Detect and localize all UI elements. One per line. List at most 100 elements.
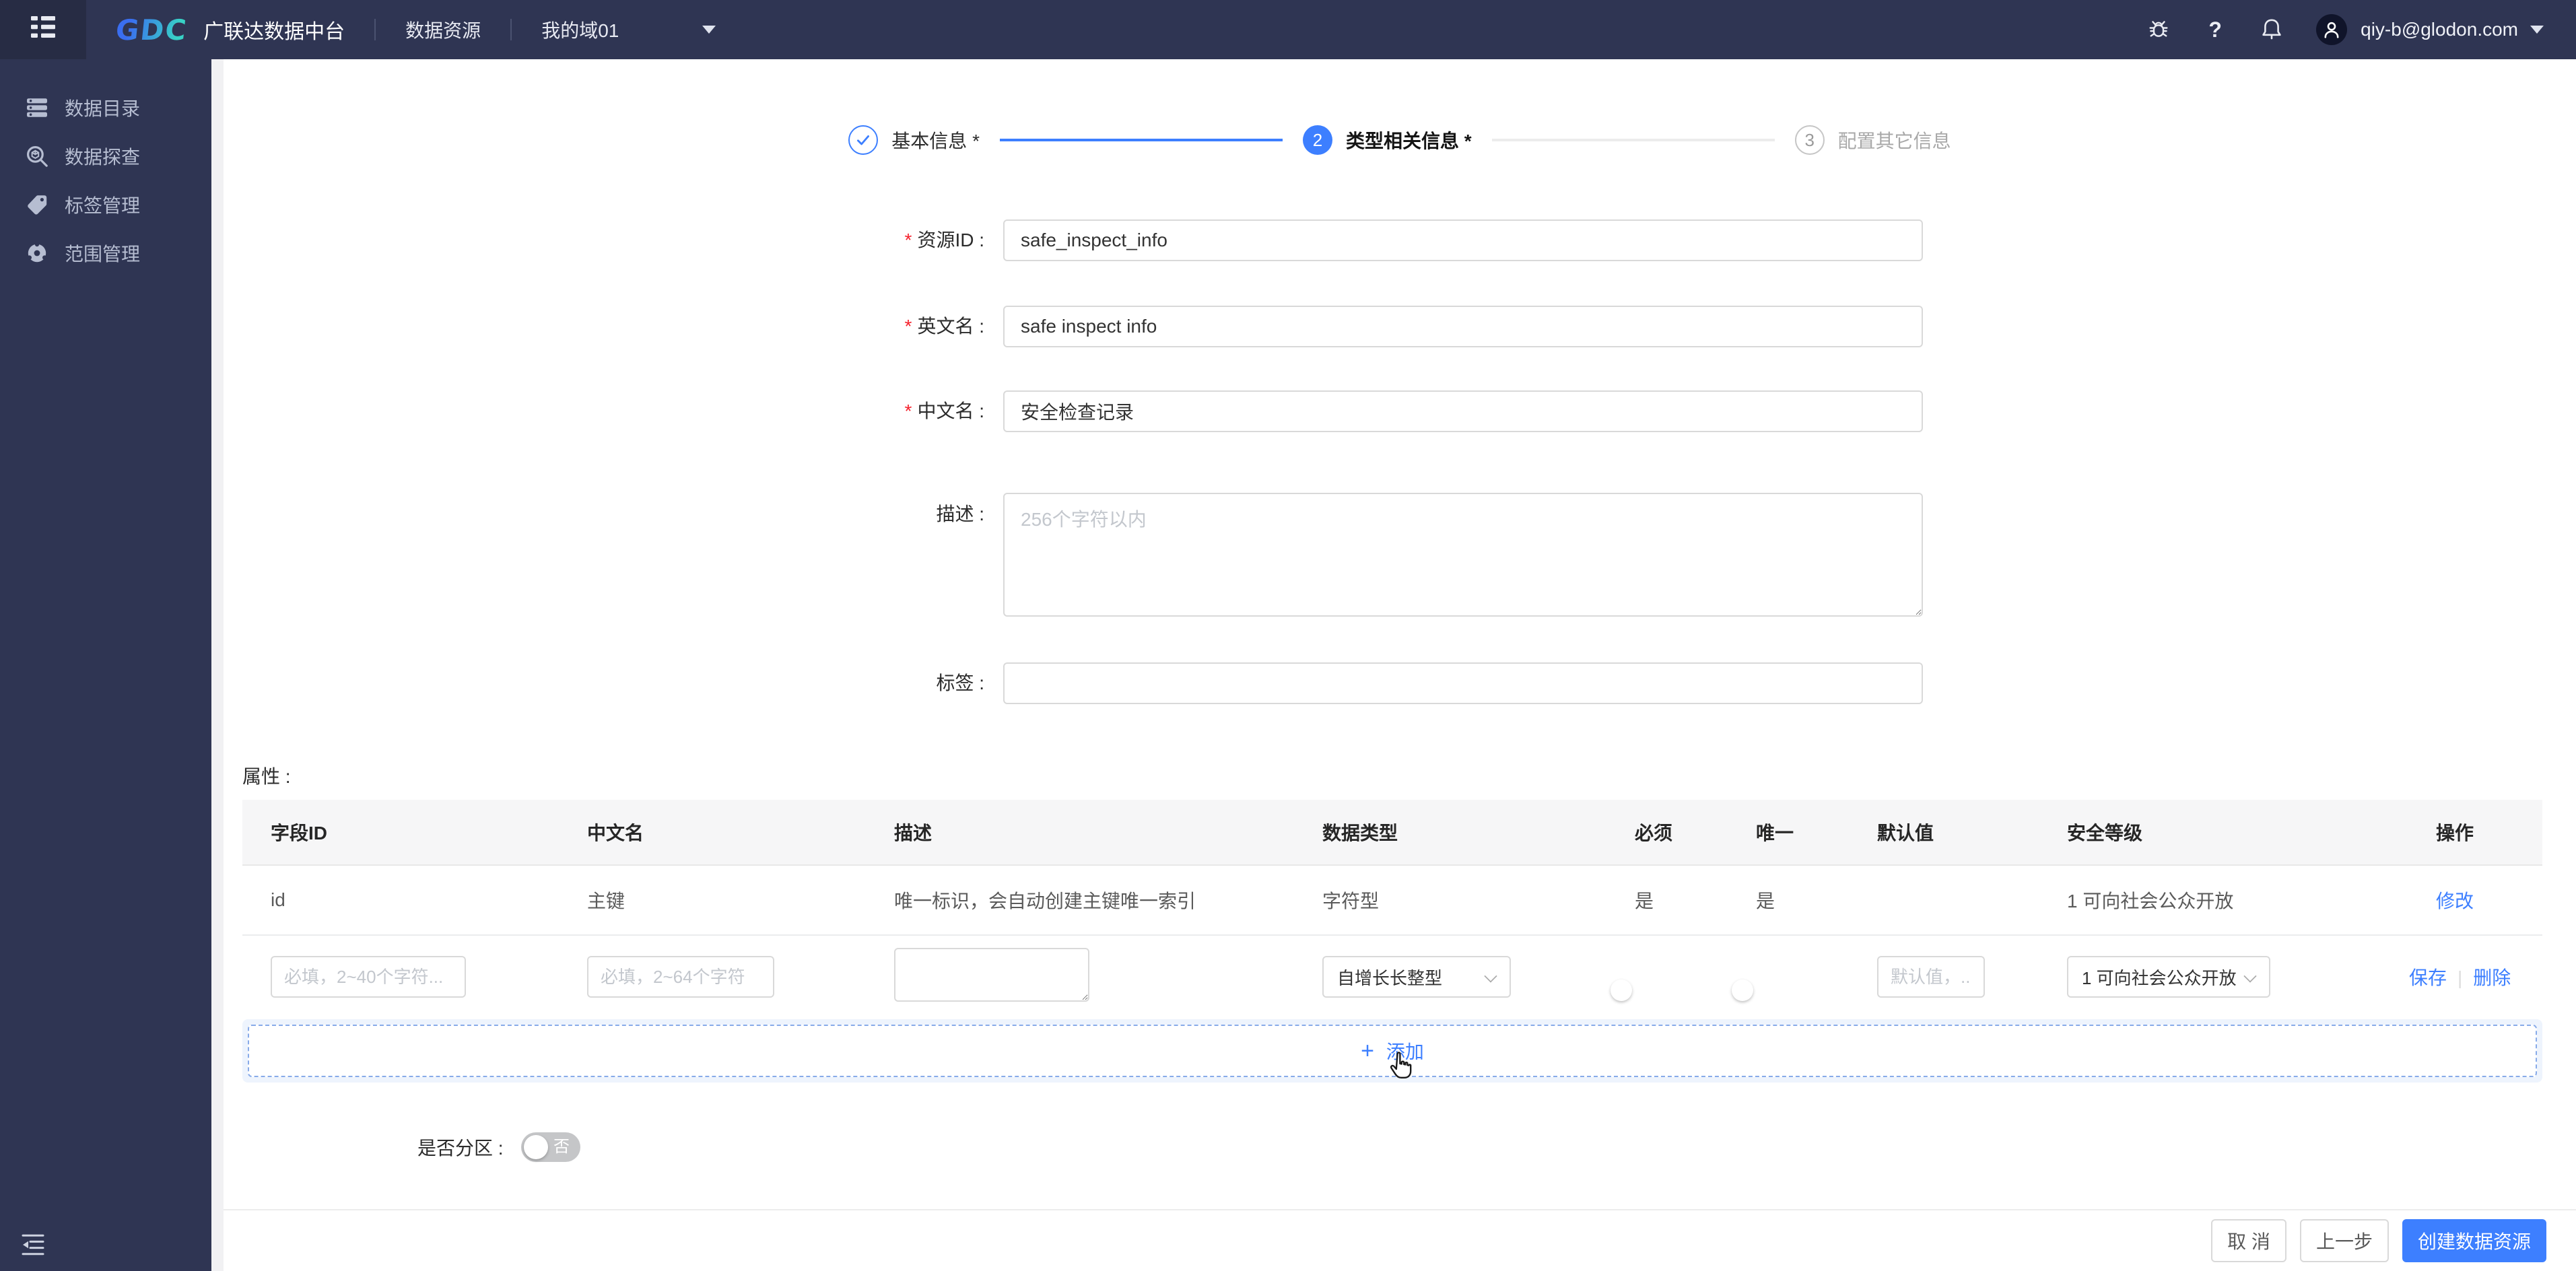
sidebar-item-tag-management[interactable]: 标签管理 (0, 180, 211, 229)
col-actions: 操作 (2436, 823, 2474, 844)
resource-id-input[interactable] (1003, 219, 1923, 261)
step-label: 配置其它信息 (1837, 131, 1951, 151)
gdc-logo: GDC (114, 13, 189, 46)
sidebar-item-label: 范围管理 (65, 244, 141, 265)
step-label: 基本信息 * (891, 131, 980, 151)
cell-cn-name: 主键 (587, 891, 625, 912)
table-header-row: 字段ID 中文名 描述 数据类型 必须 唯一 默认值 安全等级 操作 (242, 800, 2542, 866)
cell-desc: 唯一标识，会自动创建主键唯一索引 (894, 891, 1196, 912)
table-row: id 主键 唯一标识，会自动创建主键唯一索引 字符型 是 是 1 可向社会公众开… (242, 866, 2542, 936)
main-content: 基本信息 * 2 类型相关信息 * 3 配置其它信息 *资源ID : *英文名 … (224, 59, 2576, 1209)
sidebar: 数据目录 数据探查 标签管理 范围管理 (0, 59, 211, 1271)
col-desc: 描述 (894, 823, 933, 844)
notifications-button[interactable] (2260, 18, 2284, 42)
domain-selector[interactable]: 我的域01 (541, 16, 716, 43)
cell-data-type: 字符型 (1322, 891, 1380, 912)
col-cn-name: 中文名 (587, 823, 644, 844)
step-done-circle (848, 125, 879, 155)
cn-name-cell-input[interactable] (587, 956, 774, 998)
bell-icon (2262, 19, 2281, 40)
sidebar-item-label: 数据探查 (65, 147, 141, 168)
field-label: * 中文名 : (904, 401, 984, 421)
toggle-on-label: 是 (1765, 981, 1782, 999)
field-id-input[interactable] (271, 956, 466, 998)
tag-icon (26, 193, 48, 216)
step-basic-info[interactable]: 基本信息 * (848, 125, 980, 155)
desc-cell-textarea[interactable] (894, 947, 1089, 1002)
bug-report-button[interactable] (2146, 18, 2171, 42)
cell-unique: 是 (1756, 891, 1775, 912)
check-icon (857, 135, 870, 145)
toggle-knob (1611, 980, 1632, 1001)
partition-toggle[interactable]: 否 (521, 1132, 580, 1162)
caret-down-icon (2530, 26, 2544, 34)
sidebar-item-data-catalog[interactable]: 数据目录 (0, 83, 211, 132)
save-link[interactable]: 保存 (2409, 967, 2447, 988)
col-default: 默认值 (1877, 823, 1934, 844)
explore-icon (26, 145, 48, 168)
sidebar-item-data-explore[interactable]: 数据探查 (0, 132, 211, 180)
cn-name-input[interactable] (1003, 390, 1923, 432)
sidebar-item-label: 数据目录 (65, 98, 141, 119)
col-unique: 唯一 (1756, 823, 1794, 844)
add-field-button[interactable]: + 添加 (248, 1025, 2537, 1077)
top-bar-actions: ? qiy-b@glodon.com (2114, 14, 2576, 45)
footer-bar: 取 消 上一步 创建数据资源 (224, 1209, 2576, 1271)
field-label: 描述 : (936, 504, 984, 524)
step-connector (999, 139, 1283, 141)
brand: GDC 广联达数据中台 (114, 13, 345, 46)
step-label: 类型相关信息 * (1345, 131, 1472, 151)
apps-menu-icon (31, 16, 55, 43)
toggle-on-label: 是 (1644, 981, 1660, 999)
toggle-off-label: 否 (553, 1138, 570, 1156)
menu-fold-icon (22, 1234, 44, 1256)
col-field-id: 字段ID (271, 823, 328, 844)
divider (374, 19, 376, 40)
required-mark: * (904, 401, 912, 421)
attributes-title: 属性 : (242, 766, 291, 787)
help-button[interactable]: ? (2203, 18, 2227, 42)
wizard-stepper: 基本信息 * 2 类型相关信息 * 3 配置其它信息 (224, 125, 2576, 155)
required-mark: * (904, 316, 912, 337)
previous-step-button[interactable]: 上一步 (2300, 1219, 2389, 1262)
help-icon: ? (2208, 17, 2222, 42)
step-other-config[interactable]: 3 配置其它信息 (1794, 125, 1951, 155)
en-name-input[interactable] (1003, 306, 1923, 347)
edit-link[interactable]: 修改 (2436, 891, 2474, 912)
step-connector (1491, 139, 1775, 141)
add-row-container: + 添加 (242, 1019, 2542, 1083)
step-number: 2 (1302, 125, 1332, 155)
bug-icon (2149, 21, 2168, 37)
user-icon (2324, 22, 2339, 38)
apps-menu-button[interactable] (0, 0, 86, 59)
chevron-down-icon (1484, 969, 1497, 983)
chevron-down-icon (2243, 969, 2257, 983)
toggle-knob (524, 1135, 548, 1159)
nav-data-resource[interactable]: 数据资源 (405, 16, 481, 43)
security-level-select[interactable]: 1 可向社会公众开放 (2067, 956, 2270, 998)
step-type-info[interactable]: 2 类型相关信息 * (1302, 125, 1472, 155)
cell-field-id: id (271, 889, 285, 910)
data-type-select[interactable]: 自增长长整型 (1322, 956, 1511, 998)
attributes-table: 字段ID 中文名 描述 数据类型 必须 唯一 默认值 安全等级 操作 id 主键… (242, 800, 2542, 1018)
app-root: GDC 广联达数据中台 数据资源 我的域01 ? qiy-b@glodon.co… (0, 0, 2576, 1271)
tags-input[interactable] (1003, 662, 1923, 704)
col-security: 安全等级 (2067, 823, 2143, 844)
col-required: 必须 (1635, 823, 1673, 844)
scrollbar-track[interactable] (211, 59, 224, 1271)
sidebar-item-label: 标签管理 (65, 195, 141, 216)
menu-fold-button[interactable] (22, 1233, 44, 1256)
cancel-button[interactable]: 取 消 (2211, 1219, 2286, 1262)
delete-link[interactable]: 删除 (2473, 967, 2511, 988)
user-email: qiy-b@glodon.com (2361, 19, 2518, 40)
default-value-input[interactable] (1877, 956, 1985, 998)
account-menu[interactable]: qiy-b@glodon.com (2284, 14, 2544, 45)
sidebar-item-scope-management[interactable]: 范围管理 (0, 229, 211, 277)
action-separator: | (2458, 967, 2463, 988)
description-textarea[interactable] (1003, 493, 1923, 617)
create-data-resource-button[interactable]: 创建数据资源 (2402, 1219, 2546, 1262)
scope-icon (26, 242, 48, 265)
table-edit-row: 自增长长整型 是 是 (242, 936, 2542, 1018)
cell-security: 1 可向社会公众开放 (2067, 891, 2234, 912)
required-mark: * (904, 230, 912, 250)
